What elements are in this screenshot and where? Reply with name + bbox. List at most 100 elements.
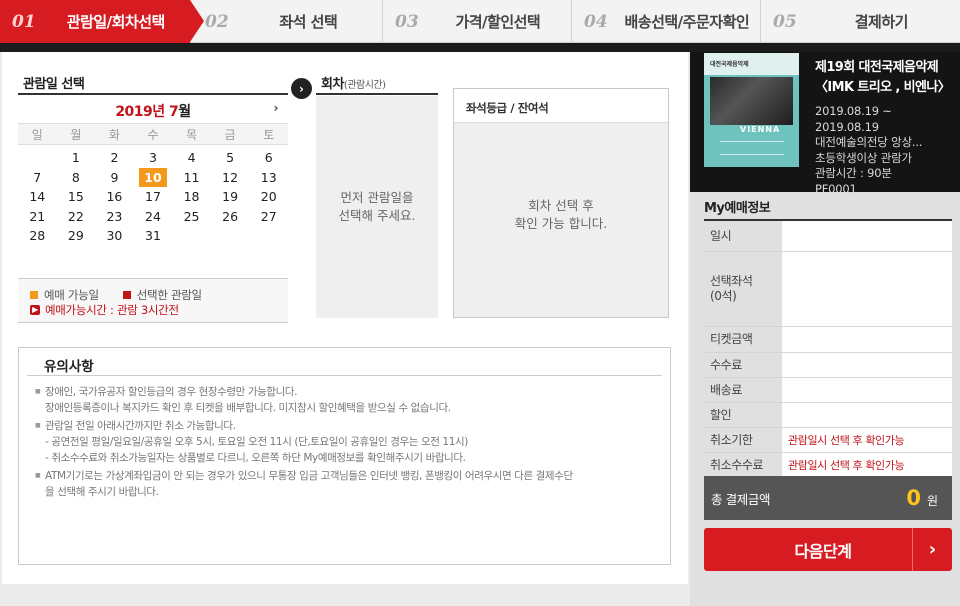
calendar-day[interactable]: 31 bbox=[134, 226, 173, 246]
calendar-year: 2019년 bbox=[115, 104, 165, 120]
session-subtitle: (관람시간) bbox=[343, 80, 386, 91]
calendar-day[interactable]: 18 bbox=[172, 187, 211, 207]
calendar-day[interactable]: 16 bbox=[95, 187, 134, 207]
booking-row-discount: 할인 bbox=[704, 403, 952, 428]
legend-selected-label: 선택한 관람일 bbox=[136, 287, 202, 302]
calendar-empty-cell bbox=[249, 226, 288, 246]
row-label: 일시 bbox=[710, 228, 732, 243]
booking-row-seats: 선택좌석 (0석) bbox=[704, 252, 952, 327]
notice-item: ATM기기로는 가상계좌입금이 안 되는 경우가 있으니 무통장 입금 고객님들… bbox=[35, 468, 670, 500]
weekday-label: 토 bbox=[263, 127, 275, 142]
row-value bbox=[782, 403, 952, 427]
calendar-day[interactable]: 8 bbox=[57, 168, 96, 188]
calendar-day[interactable]: 30 bbox=[95, 226, 134, 246]
calendar-day[interactable]: 15 bbox=[57, 187, 96, 207]
arrow-right-circle-icon: › bbox=[291, 78, 312, 99]
step-number: 03 bbox=[395, 11, 419, 32]
chevron-right-icon[interactable]: › bbox=[274, 101, 279, 115]
step-number: 02 bbox=[205, 11, 229, 32]
calendar-legend: 예매 가능일 선택한 관람일 ▶ 예매가능시간 : 관람 3시간전 bbox=[18, 278, 288, 323]
calendar-day[interactable]: 24 bbox=[134, 207, 173, 227]
step-payment[interactable]: 05 결제하기 bbox=[760, 0, 960, 43]
seat-grade-placeholder: 회차 선택 후 확인 가능 합니다. bbox=[514, 198, 608, 231]
booking-row-fee: 수수료 bbox=[704, 353, 952, 378]
weekday-label: 금 bbox=[224, 127, 236, 142]
step-delivery-orderer[interactable]: 04 배송선택/주문자확인 bbox=[571, 0, 760, 43]
legend-available-label: 예매 가능일 bbox=[44, 287, 99, 302]
calendar-day[interactable]: 22 bbox=[57, 207, 96, 227]
total-unit: 원 bbox=[926, 493, 938, 508]
performance-meta: 2019.08.19 ~ 2019.08.19 대전예술의전당 앙상... 초등… bbox=[815, 104, 955, 197]
calendar-day[interactable]: 12 bbox=[211, 168, 250, 188]
poster-lines bbox=[720, 141, 784, 155]
row-label: 수수료 bbox=[710, 357, 742, 372]
calendar-empty-cell bbox=[172, 226, 211, 246]
weekday-label: 수 bbox=[147, 127, 159, 142]
performance-code: PF0001 bbox=[815, 181, 857, 196]
my-booking-table: 일시 선택좌석 (0석) 티켓금액 수수료 배송료 할인 취소기한 관람일시 선… bbox=[704, 221, 952, 478]
arrow-right-icon: ▶ bbox=[30, 304, 40, 315]
legend-selected-swatch bbox=[122, 290, 131, 299]
step-date-session[interactable]: 01 관람일/회차선택 bbox=[0, 0, 204, 43]
row-value: 관람일시 선택 후 확인가능 bbox=[782, 428, 952, 452]
booking-steps: 01 관람일/회차선택 02 좌석 선택 03 가격/할인선택 04 배송선택/… bbox=[0, 0, 960, 43]
calendar-day[interactable]: 19 bbox=[211, 187, 250, 207]
calendar-day[interactable]: 23 bbox=[95, 207, 134, 227]
step-label: 좌석 선택 bbox=[279, 13, 338, 31]
calendar-day[interactable]: 17 bbox=[134, 187, 173, 207]
calendar-day[interactable]: 26 bbox=[211, 207, 250, 227]
calendar-days: 1 2 3 4 5 6 7 8 9 10 11 12 13 14 15 16 17 18 19 20 21 22 23 24 2… bbox=[18, 148, 288, 246]
calendar-day[interactable]: 4 bbox=[172, 148, 211, 168]
session-list: 먼저 관람일을 선택해 주세요. bbox=[316, 96, 438, 318]
step-seat[interactable]: 02 좌석 선택 bbox=[190, 0, 382, 43]
calendar-day[interactable]: 6 bbox=[249, 148, 288, 168]
calendar-day[interactable]: 3 bbox=[134, 148, 173, 168]
step-number: 01 bbox=[12, 11, 36, 32]
notice-item: 관람일 전일 아래시간까지만 취소 가능합니다. - 공연전일 평일/일요일/공… bbox=[35, 418, 670, 466]
header-divider bbox=[0, 43, 960, 52]
calendar-day[interactable]: 14 bbox=[18, 187, 57, 207]
session-placeholder: 먼저 관람일을 선택해 주세요. bbox=[338, 190, 416, 223]
calendar-day[interactable]: 9 bbox=[95, 168, 134, 188]
next-step-label: 다음단계 bbox=[794, 541, 852, 561]
calendar-day[interactable]: 29 bbox=[57, 226, 96, 246]
calendar-weekdays: 일월화수목금토 bbox=[18, 123, 288, 145]
calendar-day[interactable]: 5 bbox=[211, 148, 250, 168]
calendar-day[interactable]: 2 bbox=[95, 148, 134, 168]
step-label: 관람일/회차선택 bbox=[66, 13, 166, 31]
step-label: 배송선택/주문자확인 bbox=[624, 13, 750, 31]
row-label: 취소수수료 bbox=[710, 457, 764, 472]
row-value bbox=[782, 353, 952, 377]
calendar-day[interactable]: 20 bbox=[249, 187, 288, 207]
calendar-day[interactable]: 25 bbox=[172, 207, 211, 227]
calendar-day[interactable]: 13 bbox=[249, 168, 288, 188]
seat-grade-title: 좌석등급 / 잔여석 bbox=[454, 89, 668, 123]
performance-runtime: 관람시간 : 90분 bbox=[815, 166, 892, 180]
calendar-day-selected[interactable]: 10 bbox=[138, 167, 168, 187]
calendar-day[interactable]: 27 bbox=[249, 207, 288, 227]
calendar-day[interactable]: 28 bbox=[18, 226, 57, 246]
calendar-day[interactable]: 11 bbox=[172, 168, 211, 188]
calendar-day[interactable]: 1 bbox=[57, 148, 96, 168]
row-value bbox=[782, 252, 952, 326]
row-value bbox=[782, 221, 952, 251]
calendar-title: 관람일 선택 bbox=[23, 77, 85, 92]
session-title: 회차(관람시간) bbox=[321, 73, 386, 92]
row-label: 취소기한 bbox=[710, 432, 753, 447]
notice-title: 유의사항 bbox=[27, 348, 662, 376]
legend-deadline-label: 예매가능시간 : 관람 3시간전 bbox=[45, 302, 179, 317]
calendar-day[interactable]: 21 bbox=[18, 207, 57, 227]
poster-photo bbox=[710, 77, 793, 125]
step-number: 05 bbox=[773, 11, 797, 32]
total-payment: 총 결제금액 0 원 bbox=[704, 476, 952, 520]
seat-grade-panel: 좌석등급 / 잔여석 회차 선택 후 확인 가능 합니다. bbox=[453, 88, 669, 318]
notice-box: 유의사항 장애인, 국가유공자 할인등급의 경우 현장수령만 가능합니다. 장애… bbox=[18, 347, 671, 565]
row-label: 배송료 bbox=[710, 382, 742, 397]
calendar-day[interactable]: 7 bbox=[18, 168, 57, 188]
total-label: 총 결제금액 bbox=[711, 491, 771, 507]
total-amount: 0 bbox=[906, 486, 921, 510]
step-price-discount[interactable]: 03 가격/할인선택 bbox=[382, 0, 571, 43]
next-step-button[interactable]: 다음단계 › bbox=[704, 528, 952, 571]
row-value: 관람일시 선택 후 확인가능 bbox=[782, 453, 952, 477]
performance-age: 초등학생이상 관람가 bbox=[815, 150, 912, 165]
